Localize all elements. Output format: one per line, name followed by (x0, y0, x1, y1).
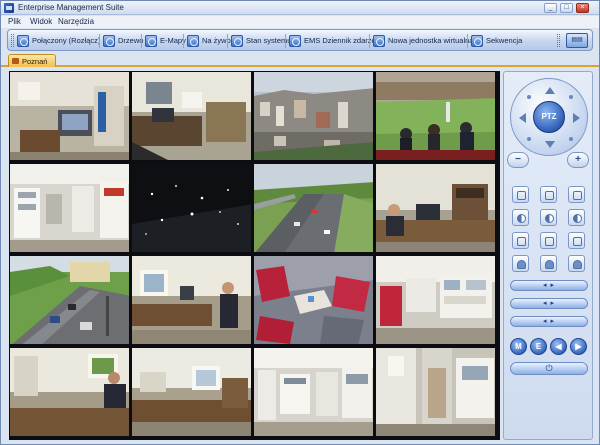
title-bar: Enterprise Management Suite _ □ × (1, 1, 599, 15)
preset-clear-button[interactable] (568, 232, 585, 249)
camera-tile-13[interactable] (9, 347, 130, 437)
window-title: Enterprise Management Suite (18, 3, 124, 12)
toolbar-separator (183, 34, 184, 48)
camera-tile-2[interactable] (131, 71, 252, 161)
sequence-button[interactable]: Sekwencja (471, 33, 522, 48)
menu-plik[interactable]: Plik (8, 17, 21, 27)
camera-tile-14[interactable] (131, 347, 252, 437)
iris-open-button[interactable] (568, 209, 585, 226)
toolbar-separator (285, 34, 286, 48)
close-button[interactable]: × (576, 3, 589, 13)
pan-up-icon[interactable] (545, 87, 555, 94)
camera-tile-7[interactable] (253, 163, 374, 253)
zoom-in-button[interactable]: + (567, 152, 589, 168)
emap-button[interactable]: E-Mapy (145, 33, 186, 48)
pan-left-icon[interactable] (519, 113, 526, 123)
camera-tile-9[interactable] (9, 255, 130, 345)
camera-tile-4[interactable] (375, 71, 496, 161)
camera-tab-icon (12, 58, 19, 64)
tree-label: Drzewo (118, 36, 144, 45)
menu-bar: Plik Widok Narzędzia (1, 16, 599, 28)
preset-goto-button[interactable] (540, 232, 557, 249)
toolbar-separator (227, 34, 228, 48)
pan-down-icon[interactable] (545, 141, 555, 148)
focus-far-button[interactable] (568, 186, 585, 203)
virtual-unit-icon (373, 34, 385, 47)
minimize-button[interactable]: _ (544, 3, 557, 13)
toolbar-separator (467, 34, 468, 48)
pan-down-left-icon[interactable] (527, 137, 531, 141)
map-icon (145, 34, 157, 47)
camera-tile-15[interactable] (253, 347, 374, 437)
connect-button[interactable]: Połączony (Rozłącz) (17, 33, 100, 48)
tab-poznan[interactable]: Poznań (8, 54, 56, 67)
connect-label: Połączony (Rozłącz) (32, 36, 101, 45)
previous-button[interactable]: ◀ (550, 338, 567, 355)
camera-tile-10[interactable] (131, 255, 252, 345)
ptz-direction-pad[interactable]: PTZ (510, 78, 588, 156)
sequence-label: Sekwencja (486, 36, 523, 45)
pan-right-icon[interactable] (573, 113, 580, 123)
tour-control-1[interactable]: ◂ ▸ (510, 280, 588, 291)
camera-tile-5[interactable] (9, 163, 130, 253)
connect-icon (17, 34, 29, 47)
tab-label: Poznań (22, 56, 48, 66)
app-icon (4, 3, 14, 13)
camera-tile-11[interactable] (253, 255, 374, 345)
virtual-unit-button[interactable]: Nowa jednostka wirtualna (373, 33, 473, 48)
focus-near-button[interactable] (512, 186, 529, 203)
camera-tile-3[interactable] (253, 71, 374, 161)
user-button-3[interactable] (568, 255, 585, 272)
iris-auto-button[interactable] (540, 209, 557, 226)
tree-button[interactable]: Drzewo (103, 33, 143, 48)
camera-tile-1[interactable] (9, 71, 130, 161)
ptz-panel: PTZ − + ◂ ▸ ◂ ▸ ◂ ▸ M E ◀ ▶ ⏻ (503, 71, 593, 440)
power-button[interactable]: ⏻ (510, 362, 588, 375)
pan-down-right-icon[interactable] (569, 137, 573, 141)
menu-m-button[interactable]: M (510, 338, 527, 355)
ptz-center-button[interactable]: PTZ (533, 101, 565, 133)
maximize-button[interactable]: □ (560, 3, 573, 13)
log-icon (289, 34, 301, 47)
tour-control-2[interactable]: ◂ ▸ (510, 298, 588, 309)
menu-narzedzia[interactable]: Narzędzia (58, 17, 94, 27)
iris-close-button[interactable] (512, 209, 529, 226)
camera-grid (9, 71, 500, 440)
tour-control-3[interactable]: ◂ ▸ (510, 316, 588, 327)
live-icon (187, 34, 199, 47)
toolbar-grip[interactable] (11, 34, 14, 47)
menu-e-button[interactable]: E (530, 338, 547, 355)
toolbar-separator (141, 34, 142, 48)
status-icon (231, 34, 243, 47)
menu-widok[interactable]: Widok (30, 17, 52, 27)
next-button[interactable]: ▶ (570, 338, 587, 355)
event-log-button[interactable]: EMS Dziennik zdarzeń (289, 33, 380, 48)
user-button-2[interactable] (540, 255, 557, 272)
camera-tile-8[interactable] (375, 163, 496, 253)
system-status-button[interactable]: Stan systemu (231, 33, 291, 48)
live-button[interactable]: Na żywo (187, 33, 231, 48)
toolbar-separator (99, 34, 100, 48)
zoom-out-button[interactable]: − (507, 152, 529, 168)
tab-strip: Poznań (1, 53, 599, 67)
user-button-1[interactable] (512, 255, 529, 272)
main-toolbar: Połączony (Rozłącz) Drzewo E-Mapy Na żyw… (7, 29, 593, 51)
sequence-icon (471, 34, 483, 47)
virtual-unit-label: Nowa jednostka wirtualna (388, 36, 474, 45)
emap-label: E-Mapy (160, 36, 186, 45)
preset-set-button[interactable] (512, 232, 529, 249)
camera-tile-6[interactable] (131, 163, 252, 253)
camera-tile-12[interactable] (375, 255, 496, 345)
pan-up-right-icon[interactable] (569, 95, 573, 99)
focus-auto-button[interactable] (540, 186, 557, 203)
toolbar-separator (369, 34, 370, 48)
tree-icon (103, 34, 115, 47)
camera-tile-16[interactable] (375, 347, 496, 437)
toolbar-grip[interactable] (557, 34, 560, 47)
pan-up-left-icon[interactable] (527, 95, 531, 99)
app-window: Enterprise Management Suite _ □ × Plik W… (0, 0, 600, 445)
layout-button[interactable]: ▤▤ (566, 33, 588, 48)
